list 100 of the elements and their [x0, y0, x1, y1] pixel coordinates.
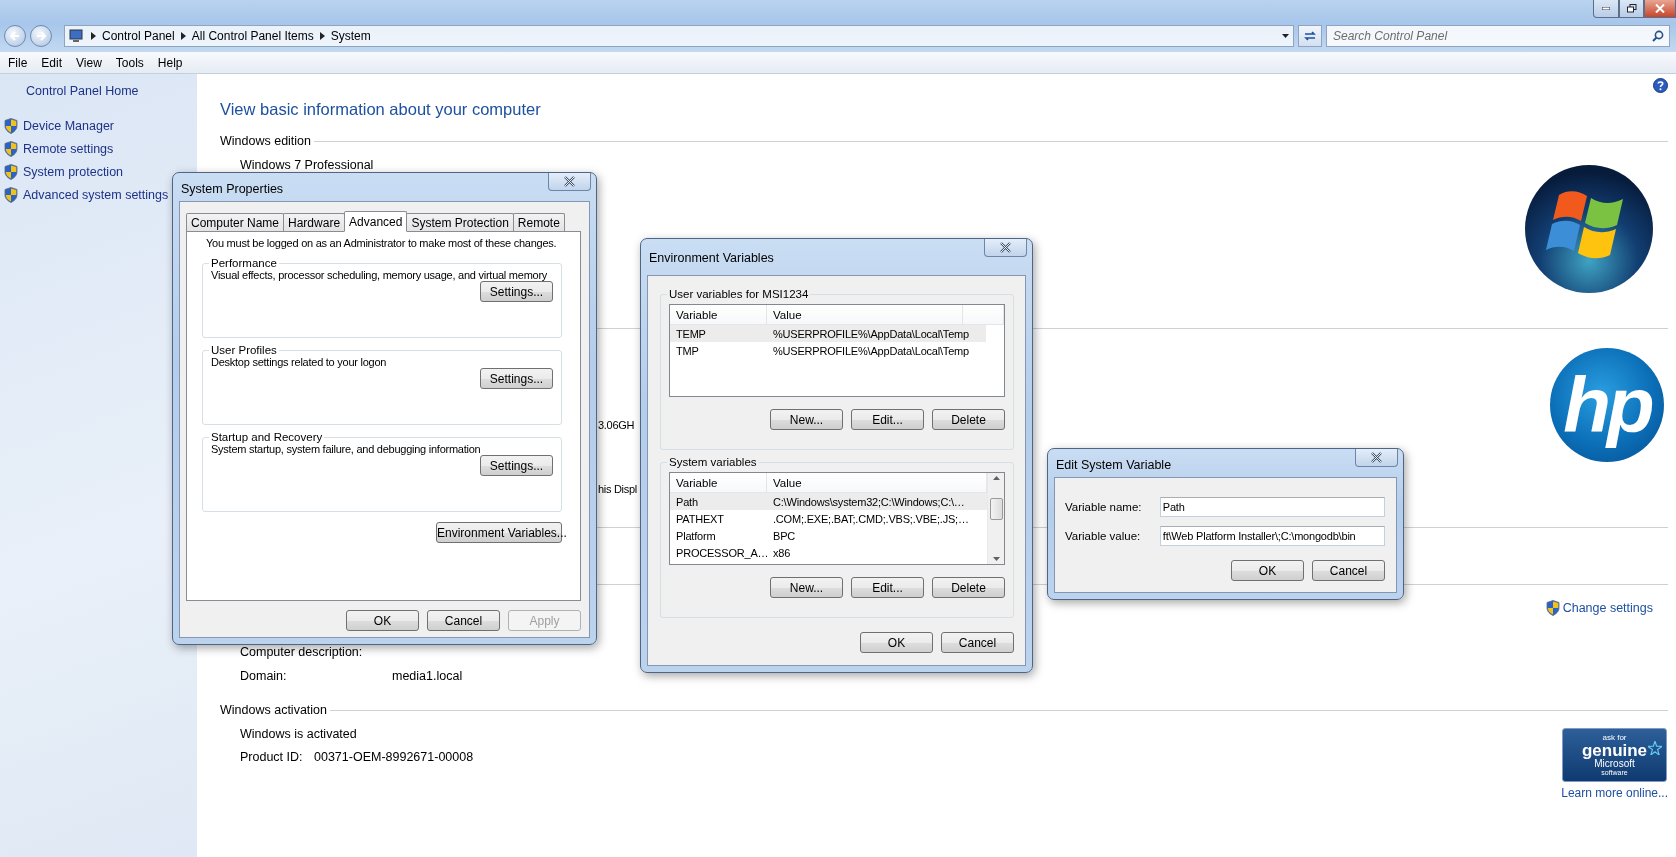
info-label: Computer description:	[240, 645, 364, 659]
dialog-button[interactable]: OK	[860, 632, 933, 653]
info-text: Windows 7 Professional	[240, 158, 375, 172]
group-title: Startup and Recovery	[210, 431, 324, 443]
menu-item[interactable]: View	[69, 55, 109, 70]
close-button[interactable]	[1355, 449, 1398, 467]
dialog-title: Environment Variables	[649, 250, 774, 265]
badge-text: genuine	[1581, 742, 1648, 759]
close-icon	[1370, 452, 1383, 463]
notice-text: You must be logged on as an Administrator to make most of these changes.	[206, 237, 557, 249]
dialog-button[interactable]: Cancel	[941, 632, 1014, 653]
close-icon	[1655, 4, 1665, 13]
sidebar-link[interactable]: Control Panel Home	[26, 84, 197, 98]
info-value: media1.local	[392, 669, 463, 683]
breadcrumb-item[interactable]: Control Panel	[102, 29, 175, 43]
dialog-button[interactable]: OK	[1231, 560, 1304, 581]
help-icon[interactable]	[1653, 78, 1668, 93]
close-button[interactable]	[984, 239, 1027, 257]
list-action-button[interactable]: Edit...	[851, 577, 924, 598]
info-label: Product ID:	[240, 750, 304, 764]
refresh-button[interactable]	[1298, 25, 1322, 47]
dialog-button[interactable]: Cancel	[427, 610, 500, 631]
group-title: System variables	[668, 456, 758, 468]
minimize-button[interactable]	[1593, 0, 1619, 18]
variable-row[interactable]: Path C:\Windows\system32;C:\Windows;C:\…	[670, 493, 987, 510]
variable-value: BPC	[772, 529, 797, 542]
variable-row[interactable]: PROCESSOR_A… x86	[670, 544, 987, 561]
maximize-button[interactable]	[1619, 0, 1644, 18]
dialog-title: Edit System Variable	[1056, 457, 1172, 472]
field-label: Variable name:	[1065, 501, 1143, 513]
close-button[interactable]	[1644, 0, 1676, 18]
settings-button[interactable]: Settings...	[480, 281, 553, 302]
dialog-button[interactable]: Cancel	[1312, 560, 1385, 581]
tab[interactable]: Remote	[512, 213, 565, 231]
back-arrow-icon	[10, 31, 20, 41]
up-arrow-icon	[992, 476, 1000, 480]
brand-logo: hp	[1550, 348, 1664, 462]
tab[interactable]: System Protection	[406, 213, 514, 231]
variable-name: PATHEXT	[675, 512, 725, 525]
section-title: Windows edition	[220, 134, 311, 148]
tab[interactable]: Hardware	[283, 213, 346, 231]
group-description: Visual effects, processor scheduling, memory usage, and virtual memory	[211, 269, 548, 281]
variable-value: %USERPROFILE%\AppData\Local\Temp	[772, 344, 970, 357]
column-header[interactable]: Variable	[670, 473, 767, 492]
settings-button[interactable]: Settings...	[480, 455, 553, 476]
input-field[interactable]: ft\Web Platform Installer\;C:\mongodb\bin	[1159, 526, 1385, 546]
tab[interactable]: Advanced	[344, 211, 408, 232]
info-text: Windows is activated	[240, 727, 358, 741]
learn-more-link[interactable]: Learn more online...	[1561, 786, 1668, 800]
back-button[interactable]	[4, 25, 26, 47]
variable-name: Path	[675, 495, 699, 508]
scrollbar[interactable]	[987, 473, 1004, 564]
variable-name: TMP	[675, 344, 700, 357]
breadcrumb-item[interactable]: All Control Panel Items	[191, 29, 314, 43]
variable-value: x86	[772, 546, 792, 559]
chevron-icon	[180, 32, 186, 40]
menu-item[interactable]: File	[1, 55, 35, 70]
column-header[interactable]: Value	[767, 305, 963, 324]
list-action-button[interactable]: Edit...	[851, 409, 924, 430]
variable-value: C:\Windows\system32;C:\Windows;C:\…	[772, 495, 966, 508]
menu-item[interactable]: Help	[150, 55, 190, 70]
list-action-button[interactable]: Delete	[932, 577, 1005, 598]
list-action-button[interactable]: New...	[770, 577, 843, 598]
dialog-title: System Properties	[181, 181, 284, 196]
shield-icon	[4, 140, 18, 157]
close-button[interactable]	[548, 173, 591, 191]
variable-name: PROCESSOR_A…	[675, 546, 767, 559]
list-action-button[interactable]: Delete	[932, 409, 1005, 430]
group-title: Performance	[210, 257, 278, 269]
sidebar-item[interactable]: System protection	[4, 160, 197, 183]
variable-row[interactable]: PATHEXT .COM;.EXE;.BAT;.CMD;.VBS;.VBE;.JS;…	[670, 510, 987, 527]
forward-button[interactable]	[30, 25, 52, 47]
refresh-icon	[1303, 30, 1317, 42]
search-field[interactable]: Search Control Panel	[1326, 25, 1670, 47]
input-field[interactable]: Path	[1159, 497, 1385, 517]
group-description: Desktop settings related to your logon	[211, 356, 387, 368]
list-action-button[interactable]: New...	[770, 409, 843, 430]
variable-name: TEMP	[675, 327, 707, 340]
info-text: his Displ	[598, 483, 637, 495]
info-value: 00371-OEM-8992671-00008	[314, 750, 474, 764]
menu-item[interactable]: Tools	[108, 55, 151, 70]
change-settings-link[interactable]: Change settings	[1545, 600, 1653, 616]
variable-row[interactable]: TMP %USERPROFILE%\AppData\Local\Temp	[670, 342, 986, 359]
menu-item[interactable]: Edit	[34, 55, 70, 70]
column-header[interactable]: Variable	[670, 305, 767, 324]
sidebar-item[interactable]: Remote settings	[4, 137, 197, 160]
shield-icon	[4, 186, 18, 203]
variable-row[interactable]: TEMP %USERPROFILE%\AppData\Local\Temp	[670, 325, 986, 342]
scrollbar-thumb[interactable]	[989, 497, 1003, 520]
chevron-icon	[319, 32, 325, 40]
settings-button[interactable]: Settings...	[480, 368, 553, 389]
close-icon	[563, 176, 576, 187]
dialog-button[interactable]: OK	[346, 610, 419, 631]
variable-value: %USERPROFILE%\AppData\Local\Temp	[772, 327, 970, 340]
sidebar-item[interactable]: Device Manager	[4, 114, 197, 137]
breadcrumb-item[interactable]: System	[330, 29, 371, 43]
tab[interactable]: Computer Name	[186, 213, 285, 231]
variable-row[interactable]: Platform BPC	[670, 527, 987, 544]
address-bar[interactable]: Control Panel All Control Panel Items System	[64, 25, 1294, 47]
dropdown-icon[interactable]	[1282, 34, 1289, 38]
